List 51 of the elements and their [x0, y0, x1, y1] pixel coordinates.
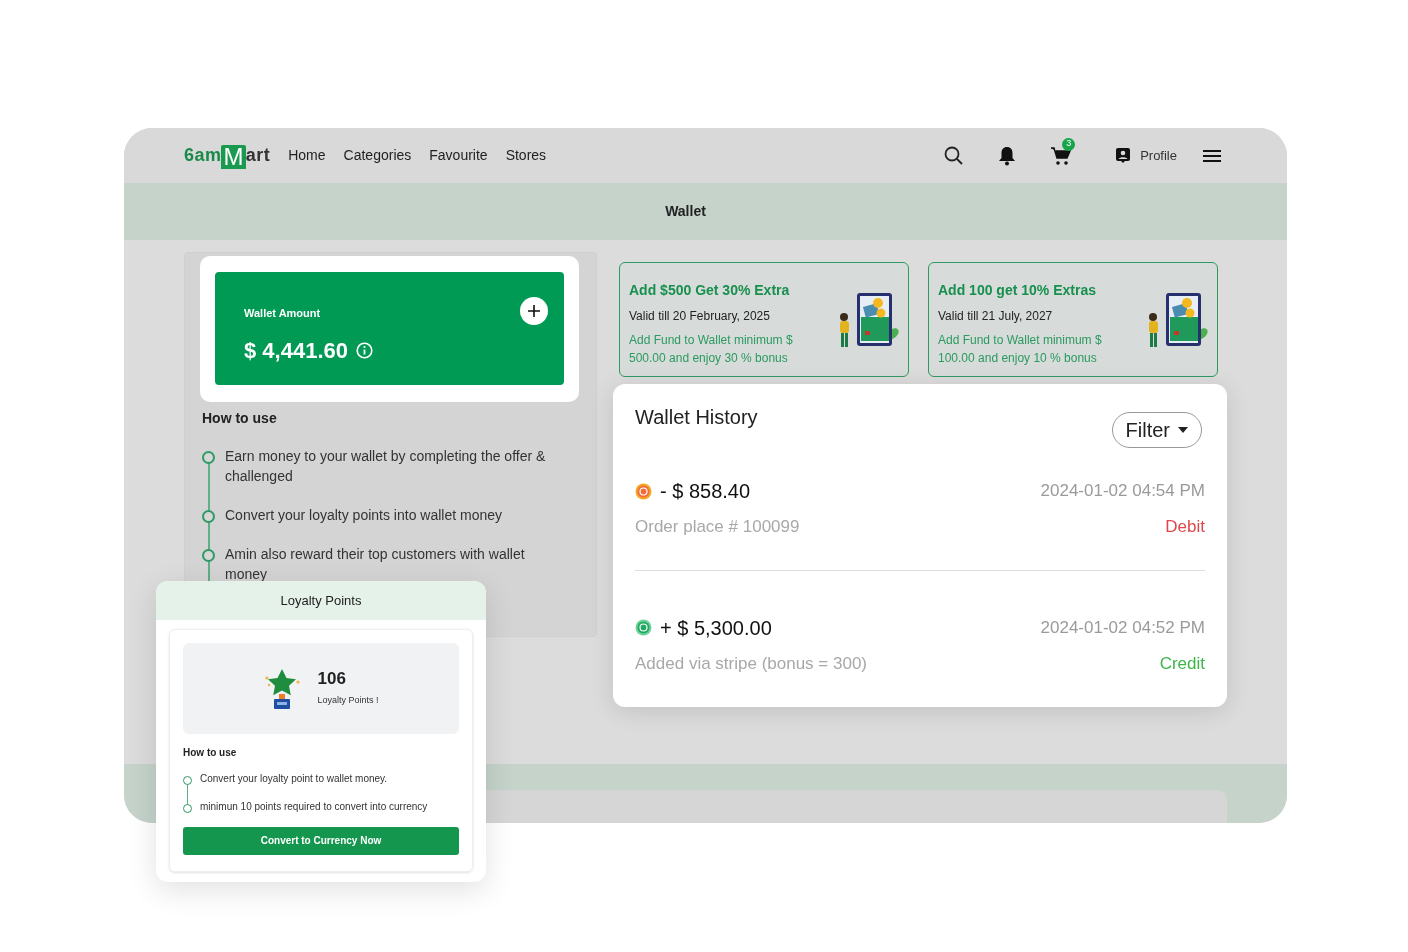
wallet-amount: $ 4,441.60: [244, 337, 348, 365]
offer-description: Add Fund to Wallet minimum $ 500.00 and enjoy 30 % bonus: [629, 332, 794, 367]
section-title: How to use: [202, 409, 278, 428]
points-label: Loyalty Points !: [317, 693, 379, 707]
loyalty-title: Loyalty Points: [280, 591, 362, 610]
page-title: Wallet: [665, 202, 706, 221]
bell-icon[interactable]: [998, 145, 1017, 166]
offer-description: Add Fund to Wallet minimum $ 100.00 and enjoy 10 % bonus: [938, 332, 1103, 367]
offer-validity: Valid till 20 February, 2025: [629, 308, 771, 325]
caret-icon: [1178, 427, 1188, 433]
plus-icon: [528, 305, 540, 317]
wallet-label: Wallet Amount: [244, 307, 321, 319]
convert-button[interactable]: Convert to Currency Now: [183, 826, 459, 855]
nav-link[interactable]: Categories: [343, 145, 412, 166]
cart-icon[interactable]: [1050, 145, 1073, 166]
transaction-note: Added via stripe (bonus = 300): [635, 652, 867, 675]
step-text: minimun 10 points required to convert into currency: [200, 800, 428, 814]
transaction-amount: - $ 858.40: [660, 479, 751, 504]
menu-icon[interactable]: [1203, 148, 1221, 163]
offer-title: Add $500 Get 30% Extra: [629, 281, 791, 300]
offer-card[interactable]: Add 100 get 10% Extras Valid till 21 July, 2027 Add Fund to Wallet minimum $ 100.00 and enjoy 10 % bonus: [928, 262, 1218, 377]
profile-link[interactable]: Profile: [1140, 145, 1177, 166]
step-text: Convert your loyalty point to wallet money.: [200, 772, 388, 786]
search-icon[interactable]: [944, 145, 965, 166]
nav-link[interactable]: Favourite: [429, 145, 488, 166]
step-text: Convert your loyalty points into wallet money: [225, 506, 503, 525]
cart-badge: 3: [1062, 137, 1076, 151]
step-text: Earn money to your wallet by completing the offer & challenged: [225, 447, 547, 486]
offer-title: Add 100 get 10% Extras: [938, 281, 1097, 300]
trophy-icon: [263, 667, 302, 710]
step-marker: [183, 803, 192, 813]
points-value: 106: [317, 668, 347, 690]
transaction-date: 2024-01-02 04:52 PM: [1040, 616, 1205, 639]
wallet-illustration: [838, 291, 902, 349]
step-marker: [183, 775, 192, 785]
transaction-note: Order place # 100099: [635, 516, 800, 538]
section-title: How to use: [183, 746, 238, 760]
step-text: Amin also reward their top customers with wallet money: [225, 545, 526, 584]
info-icon[interactable]: [356, 342, 373, 359]
transaction-amount: + $ 5,300.00: [660, 615, 772, 641]
offer-validity: Valid till 21 July, 2027: [938, 308, 1054, 325]
offer-card[interactable]: Add $500 Get 30% Extra Valid till 20 February, 2025 Add Fund to Wallet minimum $ 500.00 and enjoy 30 % bonus: [619, 262, 909, 377]
transaction-type: Credit: [1159, 652, 1205, 675]
transaction-date: 2024-01-02 04:54 PM: [1040, 480, 1205, 503]
nav-link[interactable]: Stores: [505, 145, 547, 166]
history-title: Wallet History: [635, 405, 758, 430]
nav-link[interactable]: Home: [288, 145, 326, 166]
transaction-type: Debit: [1165, 516, 1205, 538]
wallet-illustration: [1147, 291, 1211, 349]
add-fund-button[interactable]: [520, 297, 548, 325]
profile-icon[interactable]: [1116, 148, 1131, 163]
